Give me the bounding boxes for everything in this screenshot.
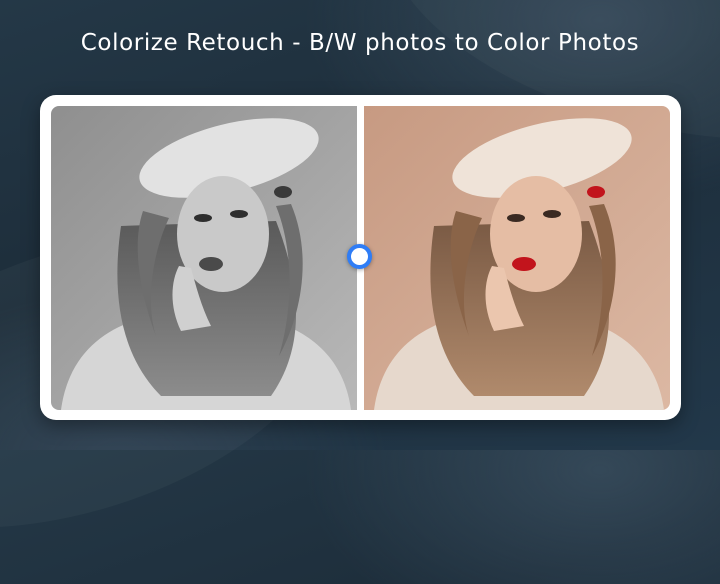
slider-handle-icon[interactable] — [347, 244, 372, 269]
color-portrait-illustration — [364, 106, 670, 410]
after-photo — [364, 106, 670, 410]
promo-banner: Colorize Retouch - B/W photos to Color P… — [0, 0, 720, 450]
bw-portrait-illustration — [51, 106, 357, 410]
page-title: Colorize Retouch - B/W photos to Color P… — [80, 30, 640, 56]
before-photo — [51, 106, 357, 410]
